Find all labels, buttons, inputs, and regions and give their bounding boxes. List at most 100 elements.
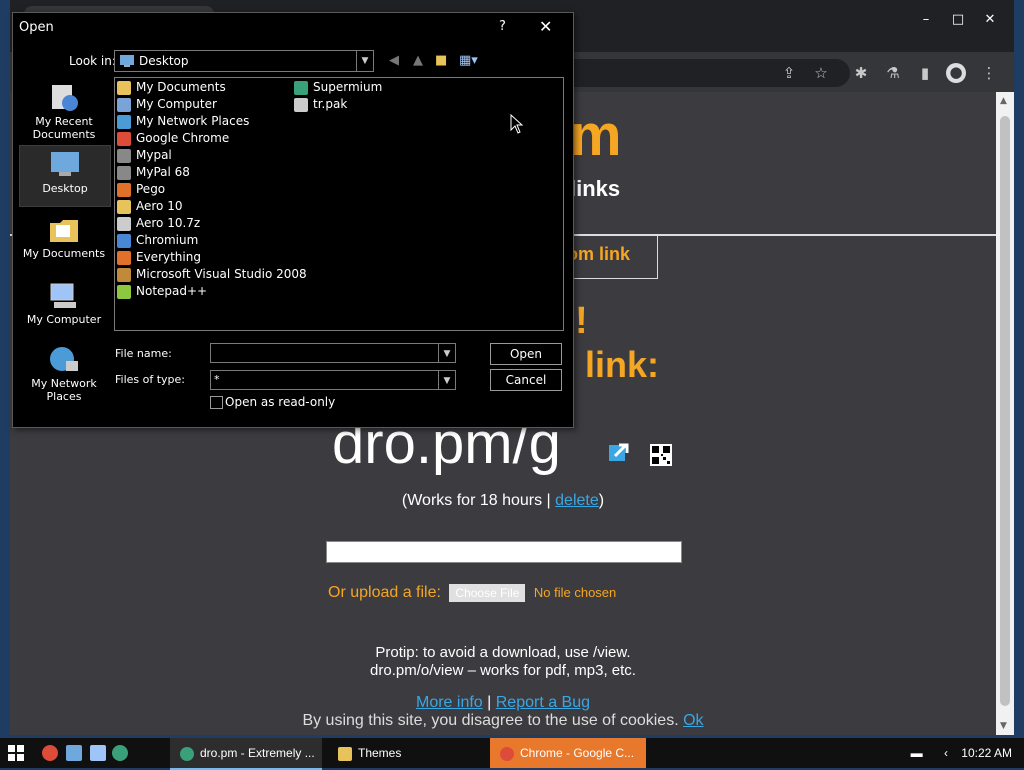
file-icon	[117, 199, 131, 214]
site-logo[interactable]: m	[570, 102, 622, 169]
close-window-button[interactable]: ✕	[974, 6, 1006, 32]
file-item[interactable]: Notepad++	[117, 284, 207, 301]
chevron-down-icon[interactable]: ▼	[356, 51, 373, 71]
chevron-down-icon[interactable]: ▼	[438, 344, 455, 362]
file-name: My Documents	[136, 80, 226, 94]
look-in-dropdown[interactable]: Desktop ▼	[114, 50, 374, 72]
task-dro-pm[interactable]: dro.pm - Extremely ...	[170, 738, 322, 770]
file-name: Notepad++	[136, 284, 208, 298]
extensions-icon[interactable]: ✱	[852, 64, 870, 82]
chevron-down-icon[interactable]: ▼	[438, 371, 455, 389]
recent-documents-icon	[52, 85, 78, 111]
keyboard-icon[interactable]: ▬	[911, 746, 923, 760]
up-folder-icon[interactable]: ▲	[413, 53, 423, 68]
side-panel-icon[interactable]: ▮	[916, 64, 934, 82]
file-item[interactable]: Pego	[117, 182, 165, 199]
file-item[interactable]: Google Chrome	[117, 131, 229, 148]
paste-text-area[interactable]	[326, 541, 682, 563]
file-item[interactable]: Aero 10	[117, 199, 182, 216]
file-item[interactable]: Chromium	[117, 233, 198, 250]
expiry-info: (Works for 18 hours | delete)	[10, 492, 996, 510]
qr-code-icon[interactable]	[650, 444, 672, 466]
file-item[interactable]: Aero 10.7z	[117, 216, 200, 233]
open-file-dialog: Open ? ✕ Look in: Desktop ▼ ◀ ▲ ■ ▦▾ My …	[12, 12, 574, 428]
file-name: My Computer	[136, 97, 217, 111]
minimize-button[interactable]: –	[910, 6, 942, 32]
place-desktop[interactable]: Desktop	[19, 145, 111, 207]
scroll-down-icon[interactable]: ▼	[1000, 721, 1007, 731]
task-chrome[interactable]: Chrome - Google C...	[490, 738, 646, 768]
cookie-ok-link[interactable]: Ok	[683, 712, 703, 729]
place-my-computer[interactable]: My Computer	[19, 277, 109, 326]
task-themes[interactable]: Themes	[328, 738, 482, 768]
place-network-places[interactable]: My Network Places	[19, 341, 109, 403]
choose-file-button[interactable]: Choose File	[449, 584, 526, 602]
address-bar[interactable]	[550, 59, 850, 87]
place-recent-documents[interactable]: My Recent Documents	[19, 79, 109, 141]
scroll-up-icon[interactable]: ▲	[1000, 96, 1007, 106]
explorer-pinned-icon[interactable]	[66, 745, 82, 761]
random-link-label: om link	[567, 244, 631, 264]
bookmark-star-icon[interactable]: ☆	[812, 64, 830, 82]
file-item[interactable]: Everything	[117, 250, 201, 267]
file-icon	[117, 250, 131, 265]
delete-link[interactable]: delete	[555, 492, 599, 509]
file-item[interactable]: Microsoft Visual Studio 2008	[117, 267, 307, 284]
file-name: Microsoft Visual Studio 2008	[136, 267, 307, 281]
file-list[interactable]: My Documents My Computer My Network Places…	[114, 77, 564, 331]
place-label: My Recent Documents	[32, 115, 96, 141]
place-my-documents[interactable]: My Documents	[19, 211, 109, 260]
chrome-pinned-icon[interactable]	[42, 745, 58, 761]
network-places-icon	[50, 347, 78, 371]
open-button[interactable]: Open	[490, 343, 562, 365]
task-label: Chrome - Google C...	[520, 746, 635, 760]
expiry-close: )	[598, 492, 605, 509]
page-scrollbar[interactable]: ▲ ▼	[996, 92, 1014, 735]
files-of-type-value: *	[214, 373, 220, 386]
share-icon[interactable]: ⇪	[780, 64, 798, 82]
file-icon	[117, 216, 131, 231]
cancel-button[interactable]: Cancel	[490, 369, 562, 391]
task-label: Themes	[358, 746, 402, 760]
profile-avatar-icon[interactable]: ●	[946, 63, 966, 83]
file-item[interactable]: My Computer	[117, 97, 217, 114]
places-bar: My Recent Documents Desktop My Documents…	[19, 75, 111, 405]
open-external-icon[interactable]	[608, 442, 630, 464]
chevron-left-icon[interactable]: ‹	[944, 746, 948, 760]
labs-icon[interactable]: ⚗	[884, 64, 902, 82]
read-only-checkbox[interactable]	[210, 396, 223, 409]
file-icon	[117, 97, 131, 112]
file-item[interactable]: tr.pak	[294, 97, 347, 114]
menu-kebab-icon[interactable]: ⋮	[980, 64, 998, 82]
folder-icon	[338, 746, 352, 761]
file-icon	[294, 80, 308, 95]
back-icon[interactable]: ◀	[389, 53, 399, 68]
report-bug-link[interactable]: Report a Bug	[496, 694, 590, 711]
start-button[interactable]	[8, 745, 24, 761]
supermium-pinned-icon[interactable]	[112, 745, 128, 761]
more-info-link[interactable]: More info	[416, 694, 483, 711]
dialog-close-button[interactable]: ✕	[539, 17, 552, 36]
desktop-icon	[120, 55, 134, 67]
new-folder-icon[interactable]: ■	[435, 53, 447, 68]
file-icon	[117, 233, 131, 248]
hourglass-pinned-icon[interactable]	[90, 745, 106, 761]
footer-separator: |	[482, 694, 496, 711]
file-item[interactable]: My Network Places	[117, 114, 249, 131]
maximize-button[interactable]: □	[942, 6, 974, 32]
upload-row: Or upload a file: Choose File No file ch…	[328, 584, 616, 602]
clock[interactable]: 10:22 AM	[961, 746, 1012, 760]
file-name: Chromium	[136, 233, 199, 247]
file-item[interactable]: My Documents	[117, 80, 226, 97]
view-menu-icon[interactable]: ▦▾	[459, 53, 478, 68]
file-item[interactable]: MyPal 68	[117, 165, 190, 182]
file-item[interactable]: Mypal	[117, 148, 172, 165]
help-button[interactable]: ?	[499, 19, 506, 34]
file-item[interactable]: Supermium	[294, 80, 382, 97]
file-name-label: File name:	[115, 347, 172, 360]
look-in-value: Desktop	[139, 54, 189, 68]
scrollbar-thumb[interactable]	[1000, 116, 1010, 706]
file-name-input[interactable]: ▼	[210, 343, 456, 363]
files-of-type-select[interactable]: * ▼	[210, 370, 456, 390]
site-tagline: links	[570, 176, 621, 201]
